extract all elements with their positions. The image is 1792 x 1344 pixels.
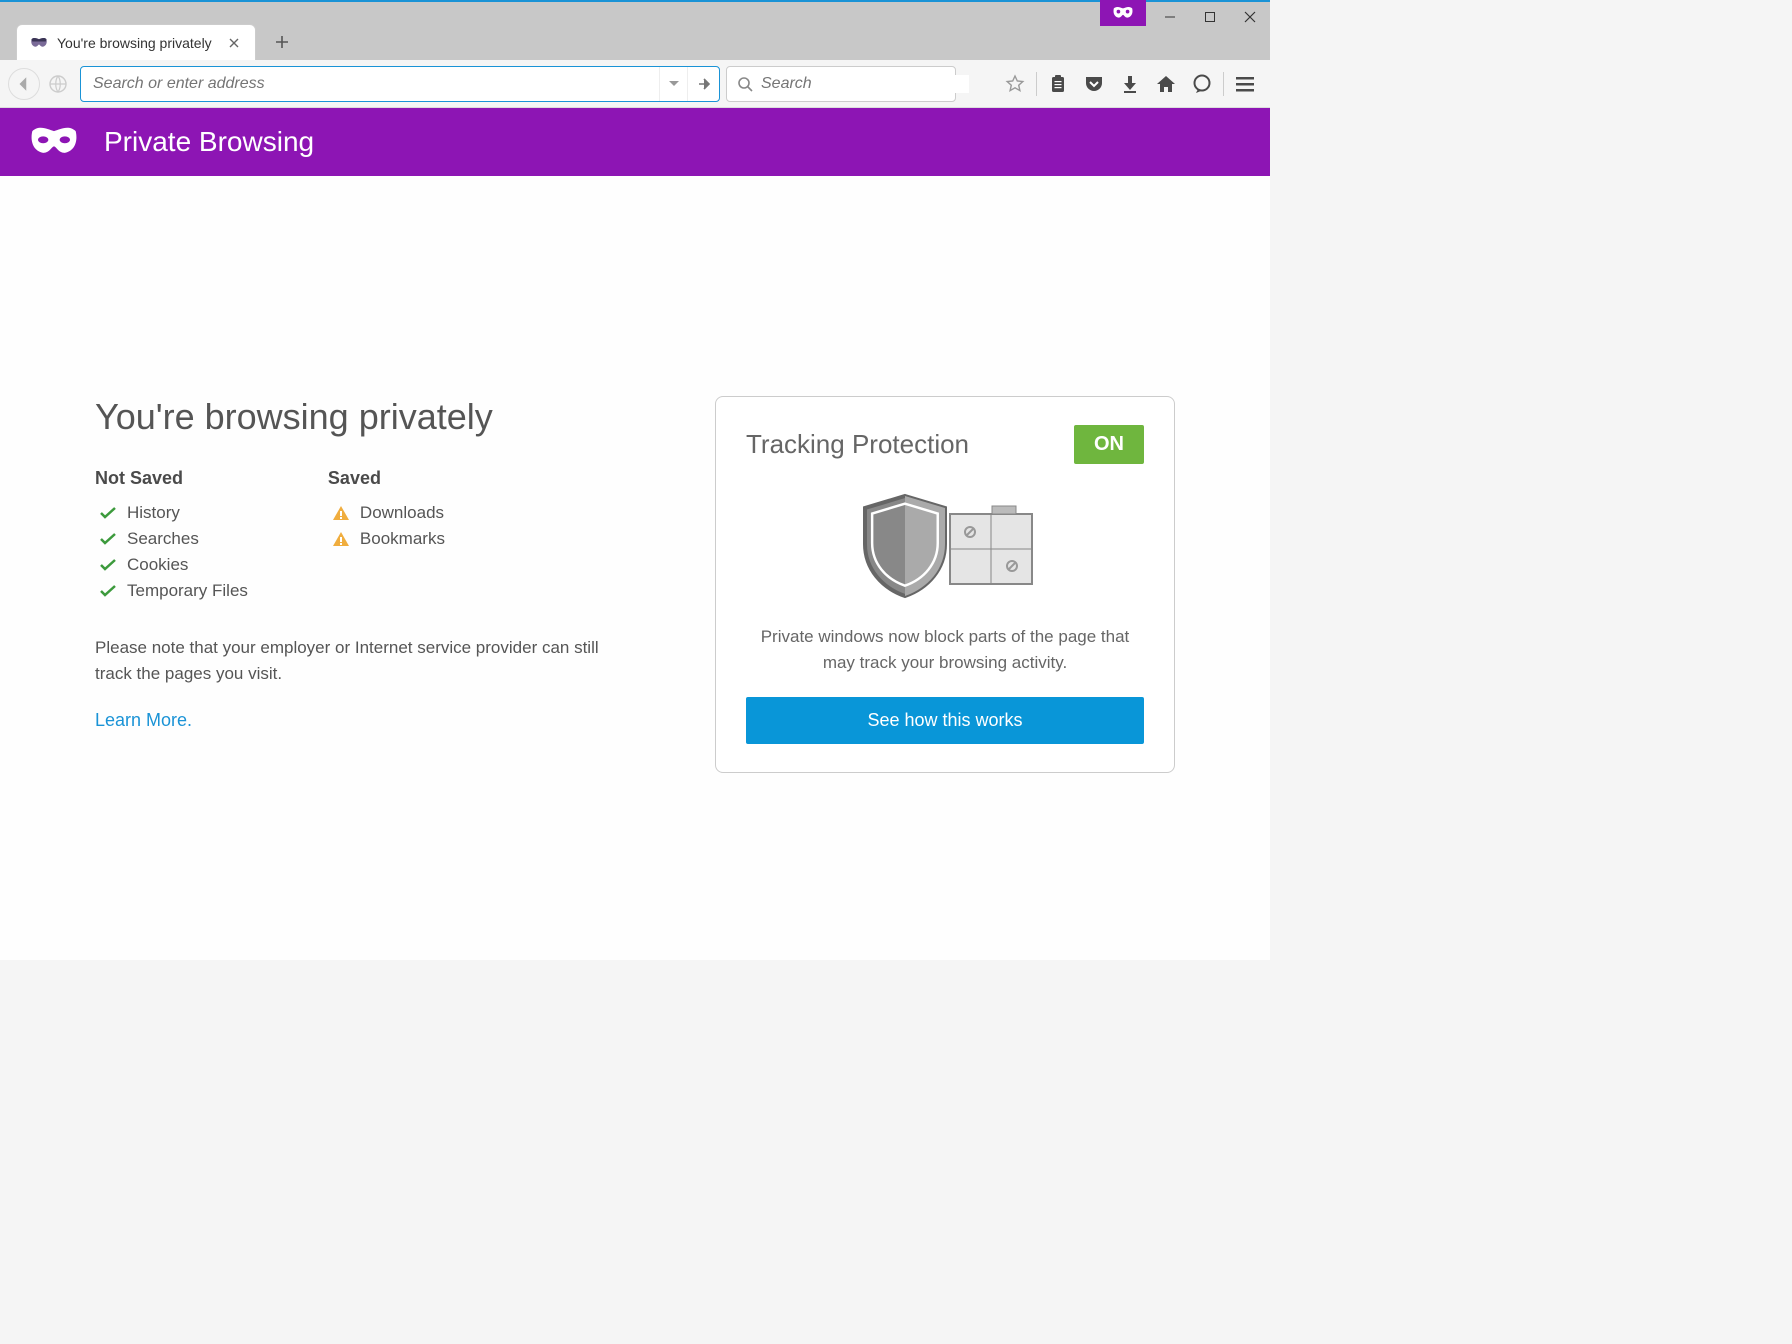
urlbar-dropdown-button[interactable] [659,67,687,101]
maximize-button[interactable] [1190,2,1230,32]
card-title: Tracking Protection [746,429,969,460]
clipboard-button[interactable] [1041,67,1075,101]
list-item-label: Bookmarks [360,529,445,549]
shield-illustration [746,484,1144,604]
private-browsing-info: You're browsing privately Not Saved Hist… [95,396,635,731]
not-saved-list: Not Saved History Searches Cookies Temporar… [95,468,248,607]
mask-icon [28,126,80,158]
private-mode-indicator [1100,0,1146,26]
go-button[interactable] [687,67,719,101]
tab-strip: You're browsing privately [0,20,1270,60]
private-banner: Private Browsing [0,108,1270,176]
toolbar-icons [998,67,1262,101]
list-item: History [95,503,248,523]
new-tab-button[interactable] [264,24,300,60]
banner-title: Private Browsing [104,126,314,158]
chat-button[interactable] [1185,67,1219,101]
back-button[interactable] [8,68,40,100]
list-item: Bookmarks [328,529,445,549]
saved-list: Saved Downloads Bookmarks [328,468,445,607]
globe-icon [46,74,70,94]
navigation-bar [0,60,1270,108]
list-item: Temporary Files [95,581,248,601]
titlebar [0,2,1270,20]
url-input[interactable] [89,67,659,101]
list-item-label: Cookies [127,555,188,575]
url-bar[interactable] [80,66,720,102]
list-item-label: Temporary Files [127,581,248,601]
list-item: Searches [95,529,248,549]
content-area: You're browsing privately Not Saved Hist… [0,176,1270,960]
see-how-button[interactable]: See how this works [746,697,1144,744]
page-heading: You're browsing privately [95,396,635,438]
tracking-protection-card: Tracking Protection ON [715,396,1175,773]
tab-close-button[interactable] [225,34,243,52]
tab-private[interactable]: You're browsing privately [16,24,256,60]
warning-icon [328,506,354,521]
close-button[interactable] [1230,2,1270,32]
check-icon [95,506,121,520]
check-icon [95,558,121,572]
bookmark-star-button[interactable] [998,67,1032,101]
tracking-note: Please note that your employer or Intern… [95,635,635,686]
mask-icon [1112,6,1134,20]
check-icon [95,532,121,546]
card-description: Private windows now block parts of the p… [746,624,1144,675]
warning-icon [328,532,354,547]
list-item-label: History [127,503,180,523]
learn-more-link[interactable]: Learn More. [95,710,192,730]
not-saved-heading: Not Saved [95,468,248,489]
list-item-label: Searches [127,529,199,549]
browser-window: You're browsing privately [0,0,1270,960]
tab-mask-icon [29,37,49,49]
list-item: Downloads [328,503,445,523]
tab-title: You're browsing privately [57,35,217,51]
list-item: Cookies [95,555,248,575]
check-icon [95,584,121,598]
menu-button[interactable] [1228,67,1262,101]
pocket-button[interactable] [1077,67,1111,101]
tracking-status-badge[interactable]: ON [1074,425,1144,464]
search-icon [737,76,753,92]
minimize-button[interactable] [1150,2,1190,32]
toolbar-separator [1036,72,1037,96]
search-box[interactable] [726,66,956,102]
home-button[interactable] [1149,67,1183,101]
list-item-label: Downloads [360,503,444,523]
search-input[interactable] [761,75,969,93]
downloads-button[interactable] [1113,67,1147,101]
toolbar-separator [1223,72,1224,96]
saved-heading: Saved [328,468,445,489]
window-controls [1150,2,1270,32]
